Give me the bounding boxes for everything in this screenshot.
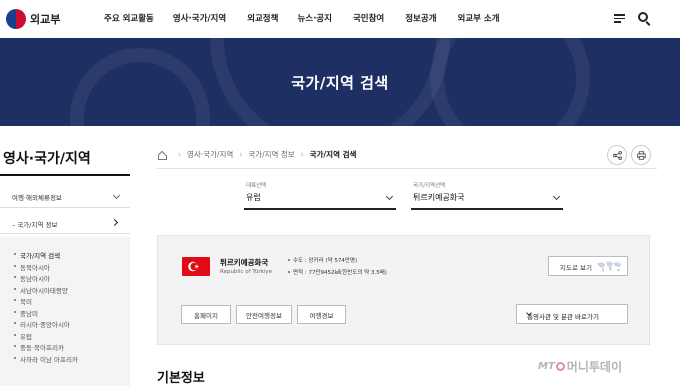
capital-text: 수도 : 앙카라 (약 574만명) — [288, 256, 387, 268]
breadcrumb: › 영사·국가/지역 › 국가/지역 정보 › 국가/지역 검색 — [157, 149, 356, 160]
country-info-card: 튀르키예공화국 Republic of Türkiye 수도 : 앙카라 (약 … — [157, 235, 650, 345]
embassy-shortcut-select[interactable]: 총영사관 및 분관 바로가기 — [516, 304, 628, 324]
region-select[interactable]: 대륙선택 유럽 — [244, 181, 396, 210]
nav-item-about[interactable]: 외교부 소개 — [458, 12, 500, 24]
share-button[interactable] — [607, 145, 627, 165]
taegeuk-logo-icon[interactable] — [6, 9, 26, 29]
breadcrumb-item-consular[interactable]: 영사·국가/지역 — [187, 149, 233, 160]
breadcrumb-divider — [157, 168, 657, 169]
chevron-down-icon — [385, 192, 394, 201]
world-map-icon — [597, 261, 621, 272]
news-watermark: MT 머니투데이 — [538, 358, 622, 375]
sidebar-submenu: 국가/지역 검색 동북아시아 동남아시아 서남아시아태평양 북미 중남미 러시아… — [0, 237, 130, 386]
view-map-label: 지도로 보기 — [560, 264, 592, 272]
sidebar-item-country-info[interactable]: – 국가/지역 정보 — [0, 212, 130, 234]
page-banner: 국가/지역 검색 — [0, 38, 680, 126]
nav-item-diplomacy[interactable]: 주요 외교활동 — [104, 12, 154, 24]
breadcrumb-item-country-info[interactable]: 국가/지역 정보 — [248, 149, 294, 160]
country-select[interactable]: 국가/지역선택 튀르키예공화국 — [411, 181, 563, 210]
chevron-right-icon — [110, 218, 119, 227]
sidebar-title: 영사·국가/지역 — [3, 151, 91, 167]
country-select-value: 튀르키예공화국 — [413, 193, 465, 202]
nav-item-news[interactable]: 뉴스·공지 — [297, 12, 332, 24]
main-nav: 주요 외교활동 영사·국가/지역 외교정책 뉴스·공지 국민참여 정보공개 외교… — [104, 12, 500, 24]
embassy-shortcut-label: 총영사관 및 분관 바로가기 — [527, 312, 599, 321]
watermark-brand-b: 머니투데이 — [566, 360, 622, 374]
watermark-brand-a: MT — [538, 361, 555, 372]
nav-item-disclosure[interactable]: 정보공개 — [405, 12, 436, 24]
logo-text[interactable]: 외교부 — [30, 11, 60, 27]
breadcrumb-item-current: 국가/지역 검색 — [309, 150, 357, 159]
breadcrumb-separator: › — [239, 150, 243, 159]
print-button[interactable] — [631, 145, 651, 165]
section-title-basic-info: 기본정보 — [157, 371, 205, 386]
submenu-item-europe[interactable]: 유럽 — [0, 331, 130, 343]
submenu-item-russia-central-asia[interactable]: 러시아·중앙아시아 — [0, 319, 130, 331]
breadcrumb-separator: › — [178, 150, 181, 159]
nav-item-participation[interactable]: 국민참여 — [353, 12, 384, 24]
home-icon[interactable] — [157, 151, 167, 160]
chevron-down-icon — [552, 192, 561, 201]
submenu-item-latin-america[interactable]: 중남미 — [0, 308, 130, 320]
sidebar-item-label: 여행·해외체류정보 — [12, 194, 62, 202]
nav-item-policy[interactable]: 외교정책 — [247, 12, 278, 24]
homepage-button[interactable]: 홈페이지 — [181, 305, 231, 324]
country-facts: 수도 : 앙카라 (약 574만명) 면적 : 77만9452㎢(한반도의 약 … — [288, 256, 387, 280]
region-select-value: 유럽 — [246, 193, 261, 202]
breadcrumb-separator: › — [300, 150, 304, 159]
turkey-flag-icon — [182, 257, 210, 276]
travel-safety-button[interactable]: 안전여행정보 — [236, 305, 292, 324]
submenu-item-northeast-asia[interactable]: 동북아시아 — [0, 262, 130, 274]
submenu-item-southwest-asia-pacific[interactable]: 서남아시아태평양 — [0, 285, 130, 297]
nav-item-consular[interactable]: 영사·국가/지역 — [173, 12, 226, 24]
watermark-circle-icon — [555, 362, 565, 371]
travel-alert-button[interactable]: 여행경보 — [297, 305, 346, 324]
search-icon[interactable] — [638, 12, 648, 22]
submenu-item-southeast-asia[interactable]: 동남아시아 — [0, 273, 130, 285]
country-select-label: 국가/지역선택 — [413, 183, 446, 189]
site-header: 외교부 주요 외교활동 영사·국가/지역 외교정책 뉴스·공지 국민참여 정보공… — [0, 0, 680, 38]
country-name-en: Republic of Türkiye — [220, 269, 273, 275]
submenu-item-middle-east[interactable]: 중동·북아프리카 — [0, 342, 130, 354]
sidebar-item-label: – 국가/지역 정보 — [12, 221, 58, 229]
submenu-item-sub-saharan-africa[interactable]: 사하라 이남 아프리카 — [0, 354, 130, 366]
country-name: 튀르키예공화국 — [220, 258, 269, 267]
share-icon — [612, 150, 622, 160]
flag-crescent-icon — [188, 261, 200, 272]
submenu-item-north-america[interactable]: 북미 — [0, 296, 130, 308]
area-text: 면적 : 77만9452㎢(한반도의 약 3.5배) — [288, 268, 387, 280]
submenu-item-search[interactable]: 국가/지역 검색 — [0, 250, 130, 262]
region-select-label: 대륙선택 — [246, 183, 267, 189]
hamburger-icon[interactable] — [614, 14, 625, 23]
print-icon — [636, 150, 646, 160]
chevron-down-icon — [112, 191, 121, 200]
view-map-button[interactable]: 지도로 보기 — [548, 256, 628, 276]
sidebar-divider — [0, 174, 130, 176]
sidebar-item-travel-info[interactable]: 여행·해외체류정보 — [0, 184, 130, 208]
page-title: 국가/지역 검색 — [291, 74, 389, 92]
